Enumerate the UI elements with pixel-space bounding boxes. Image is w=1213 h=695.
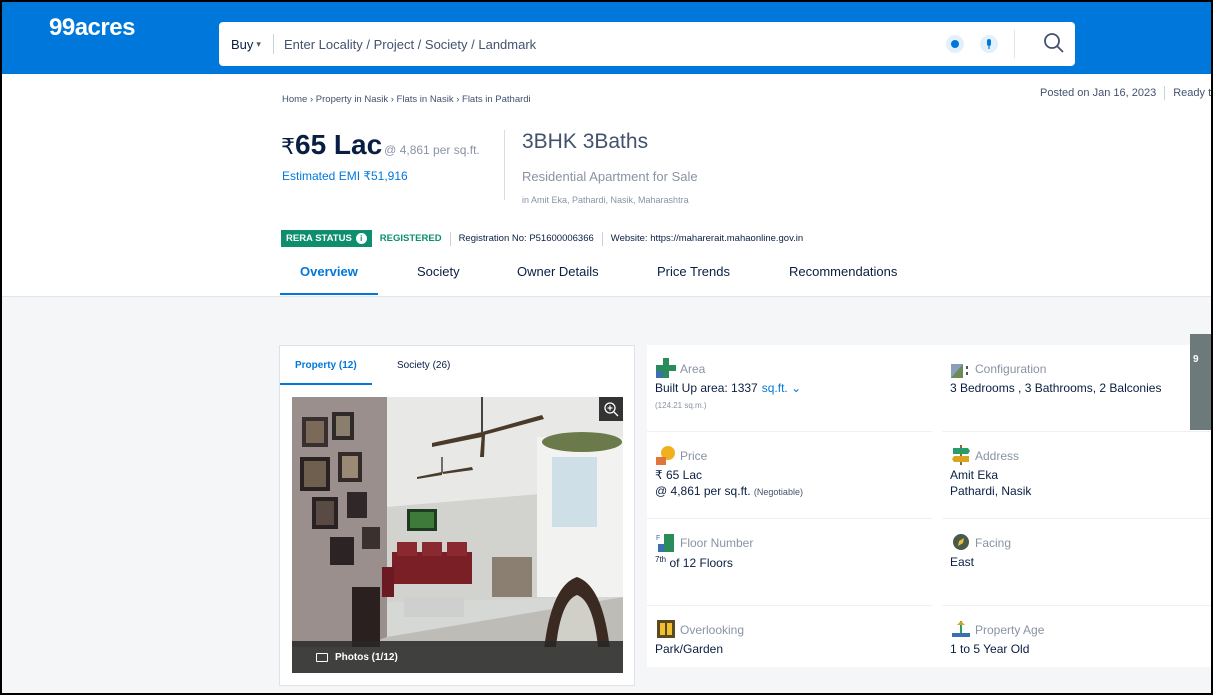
configuration-value: 3 Bedrooms , 3 Bathrooms, 2 Balconies bbox=[950, 381, 1162, 395]
breadcrumb[interactable]: Home › Property in Nasik › Flats in Nasi… bbox=[282, 94, 531, 105]
address-line2: Pathardi, Nasik bbox=[950, 484, 1032, 498]
photos-counter-button[interactable]: Photos (1/12) bbox=[292, 641, 623, 673]
detail-overlooking: Overlooking Park/Garden bbox=[647, 606, 932, 693]
overlooking-label: Overlooking bbox=[680, 623, 745, 637]
search-box: Buy ▾ Enter Locality / Project / Society… bbox=[219, 22, 1075, 66]
address-line1: Amit Eka bbox=[950, 468, 999, 482]
facing-label: Facing bbox=[975, 536, 1012, 550]
compass-icon bbox=[951, 532, 971, 552]
zoom-icon[interactable] bbox=[599, 397, 623, 421]
price-detail-value: ₹ 65 Lac bbox=[655, 468, 702, 482]
tab-price-trends[interactable]: Price Trends bbox=[657, 264, 789, 296]
floor-label: Floor Number bbox=[680, 536, 754, 550]
price-icon bbox=[656, 445, 676, 465]
rera-website: Website: https://maharerait.mahaonline.g… bbox=[610, 233, 804, 244]
configuration-icon bbox=[951, 358, 971, 378]
detail-price: Price ₹ 65 Lac @ 4,861 per sq.ft. (Negot… bbox=[647, 432, 932, 519]
photo-card: Property (12) Society (26) Photos (1/12) bbox=[279, 345, 635, 686]
header-divider bbox=[504, 130, 505, 200]
price-per-sqft-detail: @ 4,861 per sq.ft. (Negotiable) bbox=[655, 484, 803, 498]
side-ribbon[interactable]: 9 bbox=[1190, 334, 1211, 430]
search-icon[interactable] bbox=[1043, 32, 1065, 59]
configuration-label: Configuration bbox=[975, 362, 1047, 376]
posted-date: Posted on Jan 16, 2023 bbox=[1040, 86, 1157, 99]
property-photo[interactable]: Photos (1/12) bbox=[292, 397, 623, 673]
details-grid: Area Built Up area: 1337 sq.ft. ⌄ (124.21… bbox=[647, 345, 1211, 667]
property-age-value: 1 to 5 Year Old bbox=[950, 642, 1030, 656]
property-type: Residential Apartment for Sale bbox=[522, 169, 698, 184]
rera-badge-label: RERA STATUS bbox=[286, 233, 352, 244]
photo-icon bbox=[316, 652, 328, 662]
chevron-down-icon: ▾ bbox=[256, 38, 261, 49]
detail-area: Area Built Up area: 1337 sq.ft. ⌄ (124.21… bbox=[647, 345, 932, 432]
location-icon[interactable] bbox=[946, 35, 964, 53]
tab-property-photos[interactable]: Property (12) bbox=[280, 360, 372, 385]
buy-dropdown[interactable]: Buy ▾ bbox=[219, 34, 274, 54]
tab-recommendations[interactable]: Recommendations bbox=[789, 264, 919, 296]
possession-status: Ready to bbox=[1173, 86, 1213, 99]
svg-text:F: F bbox=[656, 535, 660, 542]
floor-value: 7th of 12 Floors bbox=[655, 555, 733, 570]
rera-row: RERA STATUS i REGISTERED Registration No… bbox=[281, 230, 803, 247]
unit-dropdown[interactable]: sq.ft. ⌄ bbox=[762, 381, 801, 395]
tab-society-photos[interactable]: Society (26) bbox=[397, 360, 450, 371]
detail-facing: Facing East bbox=[942, 519, 1211, 606]
section-tabs: Overview Society Owner Details Price Tre… bbox=[280, 264, 919, 296]
area-label: Area bbox=[680, 362, 706, 376]
address-label: Address bbox=[975, 449, 1020, 463]
posted-info: Posted on Jan 16, 2023 Ready to bbox=[1040, 86, 1213, 100]
registration-number: Registration No: P51600006366 bbox=[458, 233, 594, 244]
search-divider bbox=[1014, 30, 1015, 58]
detail-configuration: Configuration 3 Bedrooms , 3 Bathrooms, … bbox=[942, 345, 1211, 432]
price-label: Price bbox=[680, 449, 708, 463]
area-icon bbox=[656, 358, 676, 378]
price-block: ₹ 65 Lac @ 4,861 per sq.ft. bbox=[281, 129, 480, 161]
tab-owner-details[interactable]: Owner Details bbox=[517, 264, 657, 296]
buy-label: Buy bbox=[231, 36, 254, 52]
area-sqm: (124.21 sq.m.) bbox=[655, 401, 707, 410]
floor-icon: F bbox=[656, 532, 676, 552]
property-age-label: Property Age bbox=[975, 623, 1045, 637]
tab-overview[interactable]: Overview bbox=[280, 264, 417, 296]
info-icon[interactable]: i bbox=[355, 233, 367, 244]
signpost-icon bbox=[951, 445, 971, 465]
photos-count: Photos (1/12) bbox=[335, 651, 398, 663]
bhk-title: 3BHK 3Baths bbox=[522, 130, 649, 153]
rera-registered: REGISTERED bbox=[379, 233, 442, 244]
page: 99acres Buy ▾ Enter Locality / Project /… bbox=[0, 0, 1213, 695]
emi-link[interactable]: Estimated EMI ₹51,916 bbox=[282, 169, 408, 183]
price-value: 65 Lac bbox=[295, 129, 383, 160]
window-icon bbox=[656, 619, 676, 639]
rera-badge: RERA STATUS i bbox=[281, 230, 372, 247]
area-value: Built Up area: 1337 sq.ft. ⌄ bbox=[655, 381, 802, 395]
detail-address: Address Amit Eka Pathardi, Nasik bbox=[942, 432, 1211, 519]
detail-floor: F Floor Number 7th of 12 Floors bbox=[647, 519, 932, 606]
top-navigation-bar: 99acres Buy ▾ Enter Locality / Project /… bbox=[2, 2, 1211, 74]
detail-property-age: Property Age 1 to 5 Year Old bbox=[942, 606, 1211, 693]
age-icon bbox=[951, 619, 971, 639]
overlooking-value: Park/Garden bbox=[655, 642, 724, 656]
price-per-sqft: @ 4,861 per sq.ft. bbox=[384, 143, 480, 157]
facing-value: East bbox=[950, 555, 975, 569]
rupee-symbol: ₹ bbox=[281, 134, 295, 159]
microphone-icon[interactable] bbox=[980, 35, 998, 53]
logo[interactable]: 99acres bbox=[49, 14, 135, 42]
tab-society[interactable]: Society bbox=[417, 264, 517, 296]
property-location: in Amit Eka, Pathardi, Nasik, Maharashtr… bbox=[522, 195, 689, 205]
